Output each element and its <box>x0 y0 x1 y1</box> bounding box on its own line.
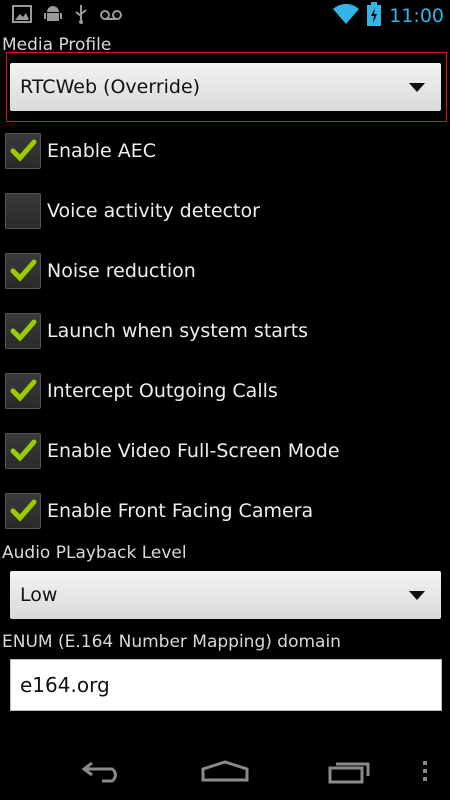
checkbox-label: Enable Front Facing Camera <box>47 500 314 522</box>
checkbox-intercept-outgoing-calls[interactable] <box>5 373 41 409</box>
checkbox-label: Launch when system starts <box>47 320 309 342</box>
checkbox-row-voice-activity-detector[interactable]: Voice activity detector <box>5 187 445 235</box>
enum-domain-input[interactable]: e164.org <box>10 659 442 711</box>
voicemail-icon <box>100 7 122 26</box>
battery-charging-icon <box>367 2 382 30</box>
checkbox-row-intercept-outgoing-calls[interactable]: Intercept Outgoing Calls <box>5 367 445 415</box>
checkbox-label: Enable AEC <box>47 140 157 162</box>
overflow-menu-icon[interactable] <box>410 742 440 800</box>
image-icon <box>12 5 32 27</box>
navigation-bar <box>0 742 450 800</box>
usb-icon <box>74 4 88 28</box>
checkbox-enable-aec[interactable] <box>5 133 41 169</box>
checkmark-icon <box>10 499 37 522</box>
checkbox-row-front-camera[interactable]: Enable Front Facing Camera <box>5 487 445 535</box>
checkmark-icon <box>10 319 37 342</box>
wifi-icon <box>333 3 360 29</box>
checkbox-label: Enable Video Full-Screen Mode <box>47 440 340 462</box>
checkbox-label: Intercept Outgoing Calls <box>47 380 278 402</box>
audio-level-value: Low <box>20 584 58 606</box>
status-clock: 11:00 <box>389 5 444 27</box>
media-profile-spinner[interactable]: RTCWeb (Override) <box>10 63 441 111</box>
checkbox-label: Noise reduction <box>47 260 196 282</box>
checkbox-front-camera[interactable] <box>5 493 41 529</box>
checkbox-row-video-fullscreen[interactable]: Enable Video Full-Screen Mode <box>5 427 445 475</box>
checkmark-icon <box>10 259 37 282</box>
audio-level-label: Audio PLayback Level <box>2 543 187 563</box>
checkbox-video-fullscreen[interactable] <box>5 433 41 469</box>
checkmark-icon <box>10 439 37 462</box>
status-bar: 11:00 <box>0 0 450 32</box>
media-profile-value: RTCWeb (Override) <box>20 76 201 98</box>
checkmark-icon <box>10 379 37 402</box>
recent-apps-icon[interactable] <box>320 742 380 800</box>
checkbox-launch-on-start[interactable] <box>5 313 41 349</box>
checkbox-row-launch-on-start[interactable]: Launch when system starts <box>5 307 445 355</box>
checkbox-noise-reduction[interactable] <box>5 253 41 289</box>
enum-domain-label: ENUM (E.164 Number Mapping) domain <box>2 632 341 652</box>
checkmark-icon <box>10 139 37 162</box>
checkbox-row-enable-aec[interactable]: Enable AEC <box>5 127 445 175</box>
checkbox-label: Voice activity detector <box>47 200 260 222</box>
checkbox-row-noise-reduction[interactable]: Noise reduction <box>5 247 445 295</box>
dropdown-arrow-icon <box>409 591 425 600</box>
back-icon[interactable] <box>70 742 130 800</box>
home-icon[interactable] <box>195 742 255 800</box>
dropdown-arrow-icon <box>409 83 425 92</box>
audio-level-spinner[interactable]: Low <box>10 571 441 619</box>
android-debug-icon <box>44 4 62 28</box>
checkbox-voice-activity-detector[interactable] <box>5 193 41 229</box>
